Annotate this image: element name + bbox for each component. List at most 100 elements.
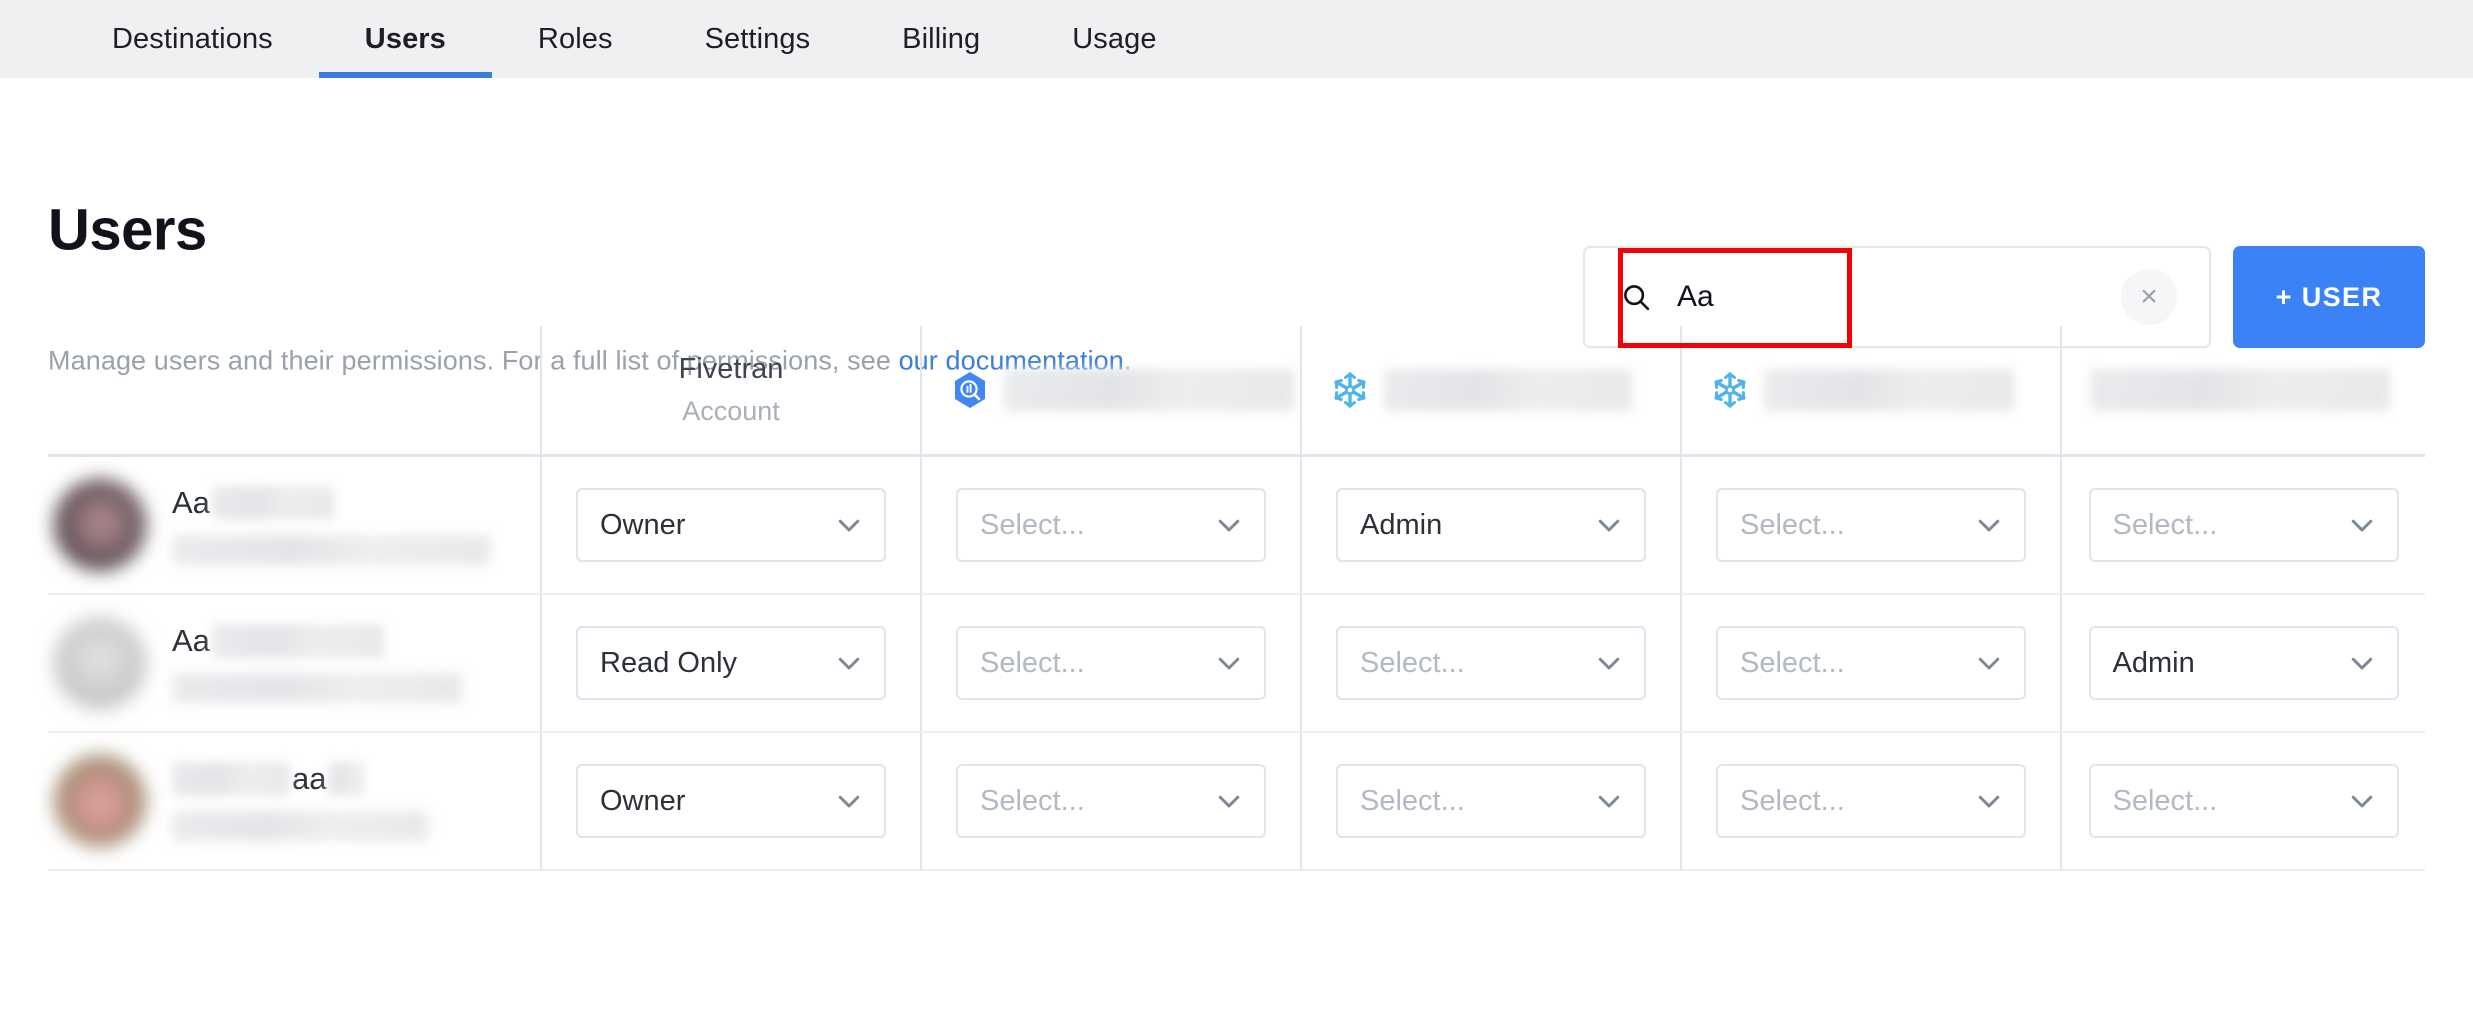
- table-header-user: [48, 326, 540, 454]
- user-name: Aa: [172, 485, 490, 521]
- role-select-value: Admin: [1360, 508, 1443, 541]
- primary-tab-bar: Destinations Users Roles Settings Billin…: [0, 0, 2473, 78]
- redacted-user-email: [172, 811, 428, 841]
- bigquery-icon: [955, 372, 985, 408]
- avatar: [54, 479, 146, 571]
- table-header-destination-4: [2060, 326, 2425, 454]
- role-cell-destination-1: Select...: [920, 595, 1300, 731]
- chevron-down-icon: [1978, 795, 2000, 808]
- column-subtitle: Account: [682, 396, 780, 426]
- role-select[interactable]: Select...: [1716, 626, 2026, 700]
- role-select-value: Select...: [1360, 784, 1465, 817]
- redacted-destination-name: [1764, 369, 2014, 411]
- role-cell-destination-2: Admin: [1300, 457, 1680, 593]
- tab-label: Usage: [1072, 22, 1157, 55]
- role-select[interactable]: Select...: [1336, 764, 1646, 838]
- page-title: Users: [48, 197, 207, 263]
- user-name-visible: Aa: [172, 485, 210, 520]
- role-select[interactable]: Owner: [576, 488, 886, 562]
- chevron-down-icon: [2351, 519, 2372, 532]
- clear-search-button[interactable]: ×: [2121, 269, 2177, 325]
- tab-settings[interactable]: Settings: [659, 0, 857, 78]
- table-row: aa Owner Select... Select... Select... S…: [48, 733, 2425, 871]
- role-select-value: Select...: [2112, 784, 2218, 817]
- role-select[interactable]: Select...: [956, 626, 1266, 700]
- role-cell-destination-2: Select...: [1300, 733, 1680, 869]
- role-select[interactable]: Select...: [2088, 488, 2399, 562]
- table-header-row: Fivetran Account: [48, 326, 2425, 457]
- tab-label: Billing: [902, 22, 981, 55]
- page-header: Users Manage users and their permissions…: [0, 78, 2473, 376]
- role-select[interactable]: Select...: [1336, 626, 1646, 700]
- role-select-value: Admin: [2112, 646, 2195, 679]
- tab-label: Settings: [704, 22, 811, 55]
- table-header-destination-2: [1300, 326, 1680, 454]
- role-select-value: Select...: [980, 508, 1085, 541]
- users-page: Users Manage users and their permissions…: [0, 78, 2473, 871]
- role-select-value: Owner: [600, 508, 686, 541]
- chevron-down-icon: [838, 519, 860, 532]
- role-select-value: Select...: [1740, 508, 1845, 541]
- redacted-user-name: [172, 762, 290, 796]
- user-cell: Aa: [48, 595, 540, 731]
- user-name: Aa: [172, 623, 462, 659]
- role-cell-destination-2: Select...: [1300, 595, 1680, 731]
- table-header-fivetran: Fivetran Account: [540, 326, 920, 454]
- redacted-user-name: [211, 486, 334, 520]
- role-select-value: Select...: [980, 784, 1085, 817]
- role-select[interactable]: Select...: [2088, 764, 2399, 838]
- role-select[interactable]: Admin: [2088, 626, 2399, 700]
- snowflake-icon: [1334, 372, 1366, 408]
- column-title: Fivetran: [678, 353, 784, 385]
- chevron-down-icon: [1598, 795, 1620, 808]
- chevron-down-icon: [1978, 519, 2000, 532]
- role-cell-destination-1: Select...: [920, 733, 1300, 869]
- avatar: [54, 617, 146, 709]
- search-icon: [1624, 285, 1650, 311]
- role-cell-destination-4: Select...: [2060, 733, 2425, 869]
- role-select[interactable]: Admin: [1336, 488, 1646, 562]
- role-select[interactable]: Select...: [956, 488, 1266, 562]
- chevron-down-icon: [1598, 519, 1620, 532]
- avatar: [54, 755, 146, 847]
- chevron-down-icon: [838, 795, 860, 808]
- user-name-visible: Aa: [172, 623, 210, 658]
- role-select-value: Select...: [2112, 508, 2218, 541]
- chevron-down-icon: [2351, 795, 2372, 808]
- redacted-destination-name: [1384, 369, 1632, 411]
- redacted-destination-name: [2090, 369, 2390, 411]
- redacted-user-email: [172, 673, 462, 703]
- redacted-user-email: [172, 535, 490, 565]
- table-row: Aa Read Only Select... Select... Select.…: [48, 595, 2425, 733]
- redacted-destination-name: [1004, 369, 1294, 411]
- tab-users[interactable]: Users: [318, 0, 493, 78]
- table-header-destination-1: [920, 326, 1300, 454]
- role-select[interactable]: Select...: [1716, 764, 2026, 838]
- chevron-down-icon: [1978, 657, 2000, 670]
- tab-roles[interactable]: Roles: [492, 0, 659, 78]
- tab-label: Users: [364, 22, 446, 55]
- chevron-down-icon: [1218, 519, 1240, 532]
- role-select[interactable]: Owner: [576, 764, 886, 838]
- tab-billing[interactable]: Billing: [856, 0, 1026, 78]
- user-cell: aa: [48, 733, 540, 869]
- role-cell-destination-4: Admin: [2060, 595, 2425, 731]
- user-name: aa: [172, 761, 428, 797]
- role-select-value: Read Only: [600, 646, 738, 679]
- tab-usage[interactable]: Usage: [1026, 0, 1202, 78]
- role-select-value: Select...: [1740, 646, 1845, 679]
- role-cell-fivetran: Read Only: [540, 595, 920, 731]
- role-cell-fivetran: Owner: [540, 457, 920, 593]
- redacted-user-name: [211, 624, 384, 658]
- tab-destinations[interactable]: Destinations: [66, 0, 319, 78]
- role-select[interactable]: Select...: [956, 764, 1266, 838]
- chevron-down-icon: [2351, 657, 2372, 670]
- role-cell-destination-3: Select...: [1680, 733, 2060, 869]
- users-table: Fivetran Account Aa Owner Select... Admi…: [48, 326, 2425, 871]
- role-select[interactable]: Read Only: [576, 626, 886, 700]
- role-cell-destination-3: Select...: [1680, 595, 2060, 731]
- role-select[interactable]: Select...: [1716, 488, 2026, 562]
- user-cell: Aa: [48, 457, 540, 593]
- chevron-down-icon: [838, 657, 860, 670]
- role-cell-fivetran: Owner: [540, 733, 920, 869]
